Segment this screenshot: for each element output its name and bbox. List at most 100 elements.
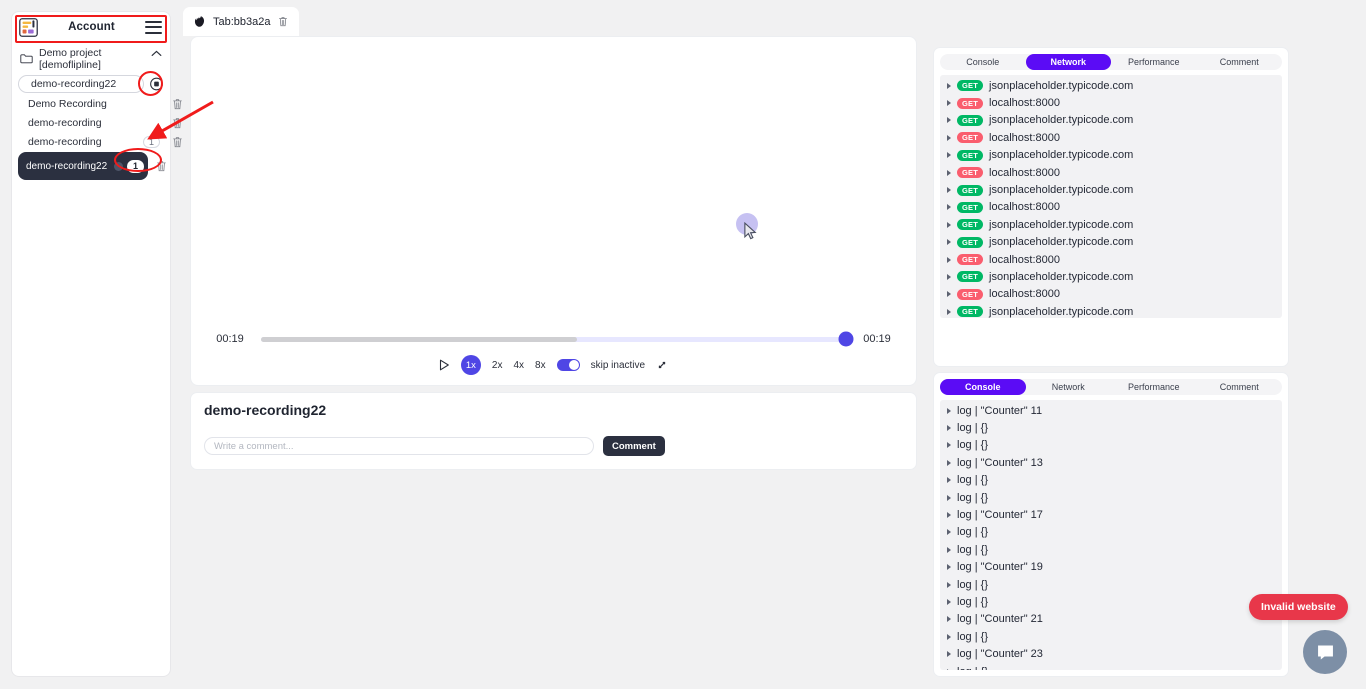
- expand-caret-icon[interactable]: [947, 308, 951, 315]
- tab-bb3a2a[interactable]: Tab:bb3a2a: [183, 7, 299, 36]
- console-log-row[interactable]: log | "Counter" 23: [940, 645, 1282, 662]
- expand-caret-icon[interactable]: [947, 494, 951, 501]
- console-log-row[interactable]: log | {}: [940, 437, 1282, 454]
- expand-caret-icon[interactable]: [947, 169, 951, 176]
- expand-caret-icon[interactable]: [947, 407, 951, 414]
- console-log-row[interactable]: log | {}: [940, 524, 1282, 541]
- tab-comment[interactable]: Comment: [1197, 54, 1283, 70]
- expand-caret-icon[interactable]: [947, 477, 951, 484]
- request-url: jsonplaceholder.typicode.com: [989, 270, 1134, 283]
- console-log-row[interactable]: log | "Counter" 21: [940, 611, 1282, 628]
- play-icon[interactable]: [439, 359, 450, 371]
- expand-caret-icon[interactable]: [947, 668, 951, 670]
- console-log-row[interactable]: log | "Counter" 13: [940, 454, 1282, 471]
- console-log-row[interactable]: log | {}: [940, 541, 1282, 558]
- console-log-row[interactable]: log | "Counter" 11: [940, 402, 1282, 419]
- network-request-row[interactable]: GET jsonplaceholder.typicode.com: [940, 303, 1282, 318]
- replay-stage[interactable]: [191, 37, 916, 325]
- expand-caret-icon[interactable]: [947, 633, 951, 640]
- network-request-row[interactable]: GET jsonplaceholder.typicode.com: [940, 112, 1282, 129]
- project-row[interactable]: Demo project [demoflipline]: [12, 42, 170, 73]
- network-request-row[interactable]: GET jsonplaceholder.typicode.com: [940, 234, 1282, 251]
- comment-submit-button[interactable]: Comment: [603, 436, 665, 456]
- comment-input[interactable]: [204, 437, 594, 455]
- seek-handle[interactable]: [838, 331, 854, 347]
- expand-caret-icon[interactable]: [947, 273, 951, 280]
- network-request-row[interactable]: GET jsonplaceholder.typicode.com: [940, 216, 1282, 233]
- expand-caret-icon[interactable]: [947, 425, 951, 432]
- trash-icon[interactable]: [156, 160, 167, 172]
- expand-caret-icon[interactable]: [947, 187, 951, 194]
- seek-slider[interactable]: [261, 331, 854, 347]
- network-panel: Console Network Performance Comment GET j…: [933, 47, 1289, 367]
- expand-caret-icon[interactable]: [947, 239, 951, 246]
- expand-caret-icon[interactable]: [947, 564, 951, 571]
- console-log-row[interactable]: log | "Counter" 17: [940, 506, 1282, 523]
- expand-caret-icon[interactable]: [947, 221, 951, 228]
- tab-console[interactable]: Console: [940, 54, 1026, 70]
- tab-network[interactable]: Network: [1026, 379, 1112, 395]
- expand-caret-icon[interactable]: [947, 117, 951, 124]
- expand-caret-icon[interactable]: [947, 134, 951, 141]
- tab-console[interactable]: Console: [940, 379, 1026, 395]
- speed-1x[interactable]: 1x: [460, 355, 481, 375]
- network-request-row[interactable]: GET jsonplaceholder.typicode.com: [940, 268, 1282, 285]
- console-log-row[interactable]: log | {}: [940, 419, 1282, 436]
- network-request-row[interactable]: GET localhost:8000: [940, 94, 1282, 111]
- tab-bar: Tab:bb3a2a: [180, 0, 1366, 36]
- hamburger-menu-icon[interactable]: [145, 20, 162, 34]
- trash-icon[interactable]: [278, 16, 288, 27]
- console-log-row[interactable]: log | {}: [940, 628, 1282, 645]
- expand-caret-icon[interactable]: [947, 256, 951, 263]
- list-item[interactable]: demo-recording: [18, 114, 182, 131]
- expand-caret-icon[interactable]: [947, 100, 951, 107]
- list-item[interactable]: demo-recording 1: [18, 133, 182, 150]
- expand-caret-icon[interactable]: [947, 82, 951, 89]
- console-log-row[interactable]: log | {}: [940, 472, 1282, 489]
- list-item-selected[interactable]: demo-recording22 1: [18, 152, 166, 180]
- http-method-badge: GET: [957, 271, 984, 283]
- expand-caret-icon[interactable]: [947, 598, 951, 605]
- speed-2x[interactable]: 2x: [492, 360, 503, 371]
- record-target-icon[interactable]: [149, 77, 164, 92]
- list-item[interactable]: Demo Recording: [18, 95, 182, 112]
- expand-arrows-icon[interactable]: [656, 359, 668, 371]
- list-item[interactable]: demo-recording22: [18, 75, 163, 93]
- console-log-text: log | {}: [957, 439, 988, 452]
- http-method-badge: GET: [957, 132, 984, 144]
- request-url: jsonplaceholder.typicode.com: [989, 79, 1134, 92]
- network-request-row[interactable]: GET jsonplaceholder.typicode.com: [940, 181, 1282, 198]
- expand-caret-icon[interactable]: [947, 204, 951, 211]
- network-request-row[interactable]: GET localhost:8000: [940, 286, 1282, 303]
- network-request-row[interactable]: GET localhost:8000: [940, 199, 1282, 216]
- expand-caret-icon[interactable]: [947, 651, 951, 658]
- expand-caret-icon[interactable]: [947, 546, 951, 553]
- expand-caret-icon[interactable]: [947, 152, 951, 159]
- network-request-row[interactable]: GET jsonplaceholder.typicode.com: [940, 147, 1282, 164]
- console-log-row[interactable]: log | {}: [940, 593, 1282, 610]
- expand-caret-icon[interactable]: [947, 616, 951, 623]
- network-request-row[interactable]: GET localhost:8000: [940, 164, 1282, 181]
- network-request-row[interactable]: GET localhost:8000: [940, 129, 1282, 146]
- speed-4x[interactable]: 4x: [513, 360, 524, 371]
- skip-inactive-toggle[interactable]: [556, 359, 580, 371]
- tab-performance[interactable]: Performance: [1111, 379, 1197, 395]
- chat-bubble-icon[interactable]: [1303, 630, 1347, 674]
- console-log-row[interactable]: log | {}: [940, 576, 1282, 593]
- expand-caret-icon[interactable]: [947, 442, 951, 449]
- expand-caret-icon[interactable]: [947, 581, 951, 588]
- tab-network[interactable]: Network: [1025, 54, 1111, 70]
- chevron-up-icon[interactable]: [151, 49, 162, 60]
- network-request-row[interactable]: GET localhost:8000: [940, 251, 1282, 268]
- console-log-row[interactable]: log | "Counter" 19: [940, 559, 1282, 576]
- expand-caret-icon[interactable]: [947, 291, 951, 298]
- expand-caret-icon[interactable]: [947, 459, 951, 466]
- console-log-row[interactable]: log | {}: [940, 663, 1282, 670]
- expand-caret-icon[interactable]: [947, 512, 951, 519]
- speed-8x[interactable]: 8x: [535, 360, 546, 371]
- tab-comment[interactable]: Comment: [1197, 379, 1283, 395]
- tab-performance[interactable]: Performance: [1111, 54, 1197, 70]
- console-log-row[interactable]: log | {}: [940, 489, 1282, 506]
- network-request-row[interactable]: GET jsonplaceholder.typicode.com: [940, 77, 1282, 94]
- expand-caret-icon[interactable]: [947, 529, 951, 536]
